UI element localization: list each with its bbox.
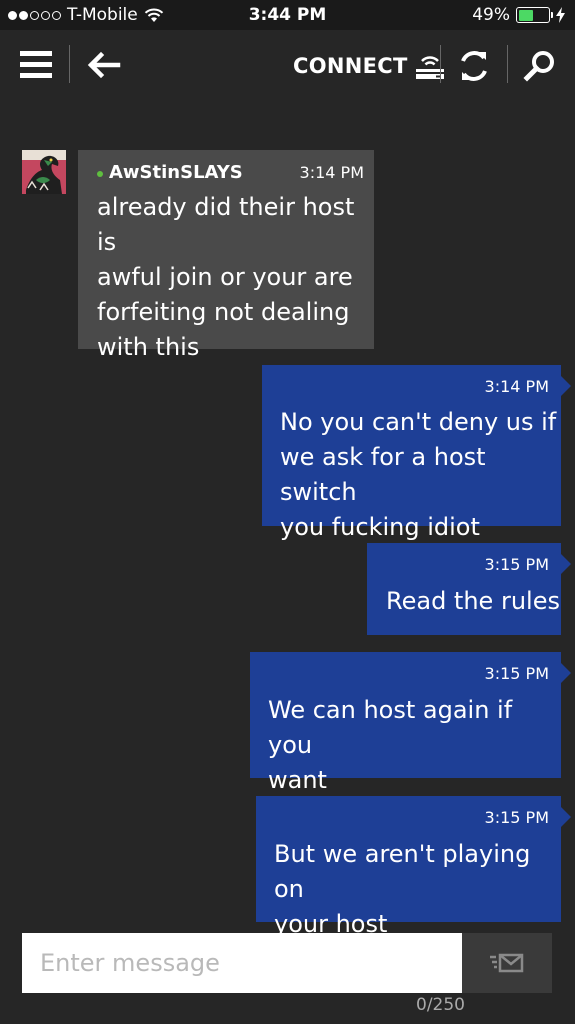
connect-label: CONNECT xyxy=(293,54,408,78)
sender-name[interactable]: AwStinSLAYS xyxy=(109,162,243,183)
outgoing-message[interactable]: 3:14 PM No you can't deny us if we ask f… xyxy=(262,365,571,541)
message-time: 3:14 PM xyxy=(484,377,549,396)
message-text: No you can't deny us if we ask for a hos… xyxy=(280,405,561,545)
outgoing-message[interactable]: 3:15 PM We can host again if you want xyxy=(250,652,571,794)
refresh-icon[interactable] xyxy=(455,47,493,85)
toolbar-divider xyxy=(507,45,508,83)
character-counter: 0/250 xyxy=(416,995,465,1015)
message-line: already did their host is xyxy=(97,193,355,256)
dragon-avatar-icon xyxy=(22,150,66,194)
avatar[interactable] xyxy=(22,150,66,194)
toolbar-divider xyxy=(440,45,441,83)
message-line: you fucking idiot xyxy=(280,513,480,541)
status-bar: T-Mobile 3:44 PM 49% xyxy=(0,0,575,30)
online-status-dot xyxy=(97,170,103,177)
message-text: Read the rules xyxy=(386,584,560,619)
send-button[interactable] xyxy=(462,933,552,993)
top-toolbar: CONNECT xyxy=(0,30,575,100)
battery-percent: 49% xyxy=(472,5,510,25)
incoming-message[interactable]: AwStinSLAYS 3:14 PM already did their ho… xyxy=(78,150,374,361)
message-line: forfeiting not dealing xyxy=(97,298,350,326)
message-line: want xyxy=(268,766,327,794)
connect-button[interactable]: CONNECT xyxy=(293,52,446,80)
message-time: 3:15 PM xyxy=(484,808,549,827)
message-time: 3:14 PM xyxy=(299,163,364,182)
sender-block: AwStinSLAYS xyxy=(97,162,243,183)
send-message-icon xyxy=(490,953,524,973)
battery-icon xyxy=(516,7,553,23)
message-line: But we aren't playing on xyxy=(274,840,531,903)
search-icon[interactable] xyxy=(522,48,558,84)
battery-level xyxy=(518,9,533,21)
message-line: with this xyxy=(97,333,200,361)
message-line: Read the rules xyxy=(386,587,560,615)
outgoing-message[interactable]: 3:15 PM Read the rules xyxy=(367,543,571,635)
message-text: But we aren't playing on your host xyxy=(274,837,561,942)
message-input[interactable] xyxy=(22,933,462,993)
message-header: AwStinSLAYS 3:14 PM xyxy=(97,162,364,183)
toolbar-divider xyxy=(69,45,70,83)
hamburger-menu-icon[interactable] xyxy=(20,51,52,79)
message-time: 3:15 PM xyxy=(484,555,549,574)
back-arrow-icon[interactable] xyxy=(84,48,124,82)
message-line: we ask for a host switch xyxy=(280,443,486,506)
message-line: We can host again if you xyxy=(268,696,513,759)
message-text: already did their host is awful join or … xyxy=(97,190,364,365)
message-line: awful join or your are xyxy=(97,263,353,291)
status-right: 49% xyxy=(472,5,565,25)
outgoing-message[interactable]: 3:15 PM But we aren't playing on your ho… xyxy=(256,796,571,938)
message-line: No you can't deny us if xyxy=(280,408,557,436)
message-text: We can host again if you want xyxy=(268,693,561,798)
charging-bolt-icon xyxy=(556,7,565,23)
message-time: 3:15 PM xyxy=(484,664,549,683)
